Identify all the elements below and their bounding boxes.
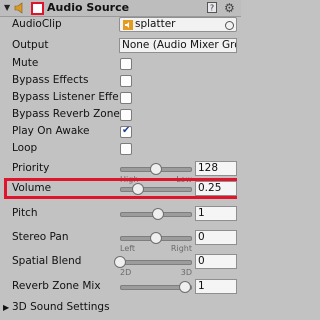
audioclip-label: AudioClip [12,18,62,30]
component-header: ▼ Audio Source ? ⚙ [0,0,241,17]
stereo-pan-low-label: Left [120,244,136,253]
slider-thumb[interactable] [150,163,162,175]
slider-thumb[interactable] [178,281,191,293]
volume-slider[interactable] [120,181,192,198]
enable-checkbox[interactable] [31,2,44,15]
pitch-label: Pitch [12,207,38,219]
loop-row: Loop [0,141,241,158]
play-on-awake-checkbox[interactable]: ✔ [120,125,132,138]
slider-thumb[interactable] [150,232,162,244]
loop-checkbox[interactable] [120,143,132,155]
volume-input[interactable]: 0.25 [195,181,237,196]
spatial-blend-input[interactable]: 0 [195,254,237,269]
speaker-icon [14,2,23,14]
foldout-right-icon: ▶ [3,303,10,312]
loop-label: Loop [12,142,38,154]
reverb-zone-mix-slider[interactable] [120,279,192,296]
spatial-blend-low-label: 2D [120,268,132,277]
priority-slider[interactable]: High Low [120,161,192,184]
bypass-reverb-label: Bypass Reverb Zones [12,108,126,120]
pitch-input[interactable]: 1 [195,206,237,221]
volume-row: Volume 0.25 [0,181,241,198]
reverb-zone-mix-row: Reverb Zone Mix 1 [0,279,241,296]
help-icon[interactable]: ? [207,2,217,13]
stereo-pan-label: Stereo Pan [12,231,69,243]
audio-file-icon [123,20,133,30]
play-on-awake-row: Play On Awake ✔ [0,124,241,141]
checkmark-icon: ✔ [122,125,131,136]
stereo-pan-value: 0 [198,231,205,243]
object-picker-icon[interactable] [225,21,234,30]
slider-thumb[interactable] [132,183,144,195]
reverb-zone-mix-label: Reverb Zone Mix [12,280,101,292]
3d-sound-settings-label: 3D Sound Settings [12,301,110,313]
slider-thumb[interactable] [114,256,126,268]
reverb-zone-mix-input[interactable]: 1 [195,279,237,294]
mute-label: Mute [12,57,39,69]
pitch-row: Pitch 1 [0,206,241,223]
stereo-pan-slider[interactable]: Left Right [120,230,192,253]
bypass-effects-row: Bypass Effects [0,73,241,90]
slider-thumb[interactable] [152,208,165,220]
spatial-blend-label: Spatial Blend [12,255,82,267]
stereo-pan-input[interactable]: 0 [195,230,237,245]
reverb-zone-mix-value: 1 [198,280,205,292]
output-label: Output [12,39,49,51]
foldout-down-icon[interactable]: ▼ [4,3,10,12]
bypass-reverb-checkbox[interactable] [120,109,132,121]
play-on-awake-label: Play On Awake [12,125,90,137]
stereo-pan-high-label: Right [170,244,192,253]
bypass-listener-row: Bypass Listener Effects [0,90,241,107]
slider-track [120,187,192,192]
mute-checkbox[interactable] [120,58,132,70]
3d-sound-settings-foldout[interactable]: ▶ 3D Sound Settings [0,300,241,317]
audioclip-value: splatter [135,18,176,30]
spatial-blend-slider[interactable]: 2D 3D [114,254,192,277]
bypass-effects-checkbox[interactable] [120,75,132,87]
bypass-effects-label: Bypass Effects [12,74,89,86]
audioclip-row: AudioClip splatter [0,17,241,34]
audioclip-field[interactable]: splatter [119,17,237,32]
volume-label: Volume [12,182,52,194]
priority-label: Priority [12,162,50,174]
output-field[interactable]: None (Audio Mixer Group) [119,38,237,53]
priority-row: Priority High Low 128 [0,161,241,184]
priority-input[interactable]: 128 [195,161,237,176]
priority-value: 128 [198,162,219,174]
mute-row: Mute [0,56,241,73]
pitch-slider[interactable] [120,206,192,223]
spatial-blend-row: Spatial Blend 2D 3D 0 [0,254,241,277]
stereo-pan-row: Stereo Pan Left Right 0 [0,230,241,253]
output-row: Output None (Audio Mixer Group) [0,38,241,55]
spatial-blend-value: 0 [198,255,205,267]
bypass-listener-label: Bypass Listener Effects [12,91,118,103]
svg-text:?: ? [210,4,214,13]
pitch-value: 1 [198,207,205,219]
spatial-blend-high-label: 3D [180,268,192,277]
output-value: None (Audio Mixer Group) [122,39,236,51]
slider-track [120,260,192,265]
component-title: Audio Source [47,1,130,14]
gear-icon[interactable]: ⚙ [224,1,235,15]
bypass-reverb-row: Bypass Reverb Zones [0,107,241,124]
bypass-listener-checkbox[interactable] [120,92,132,104]
volume-value: 0.25 [198,182,222,194]
